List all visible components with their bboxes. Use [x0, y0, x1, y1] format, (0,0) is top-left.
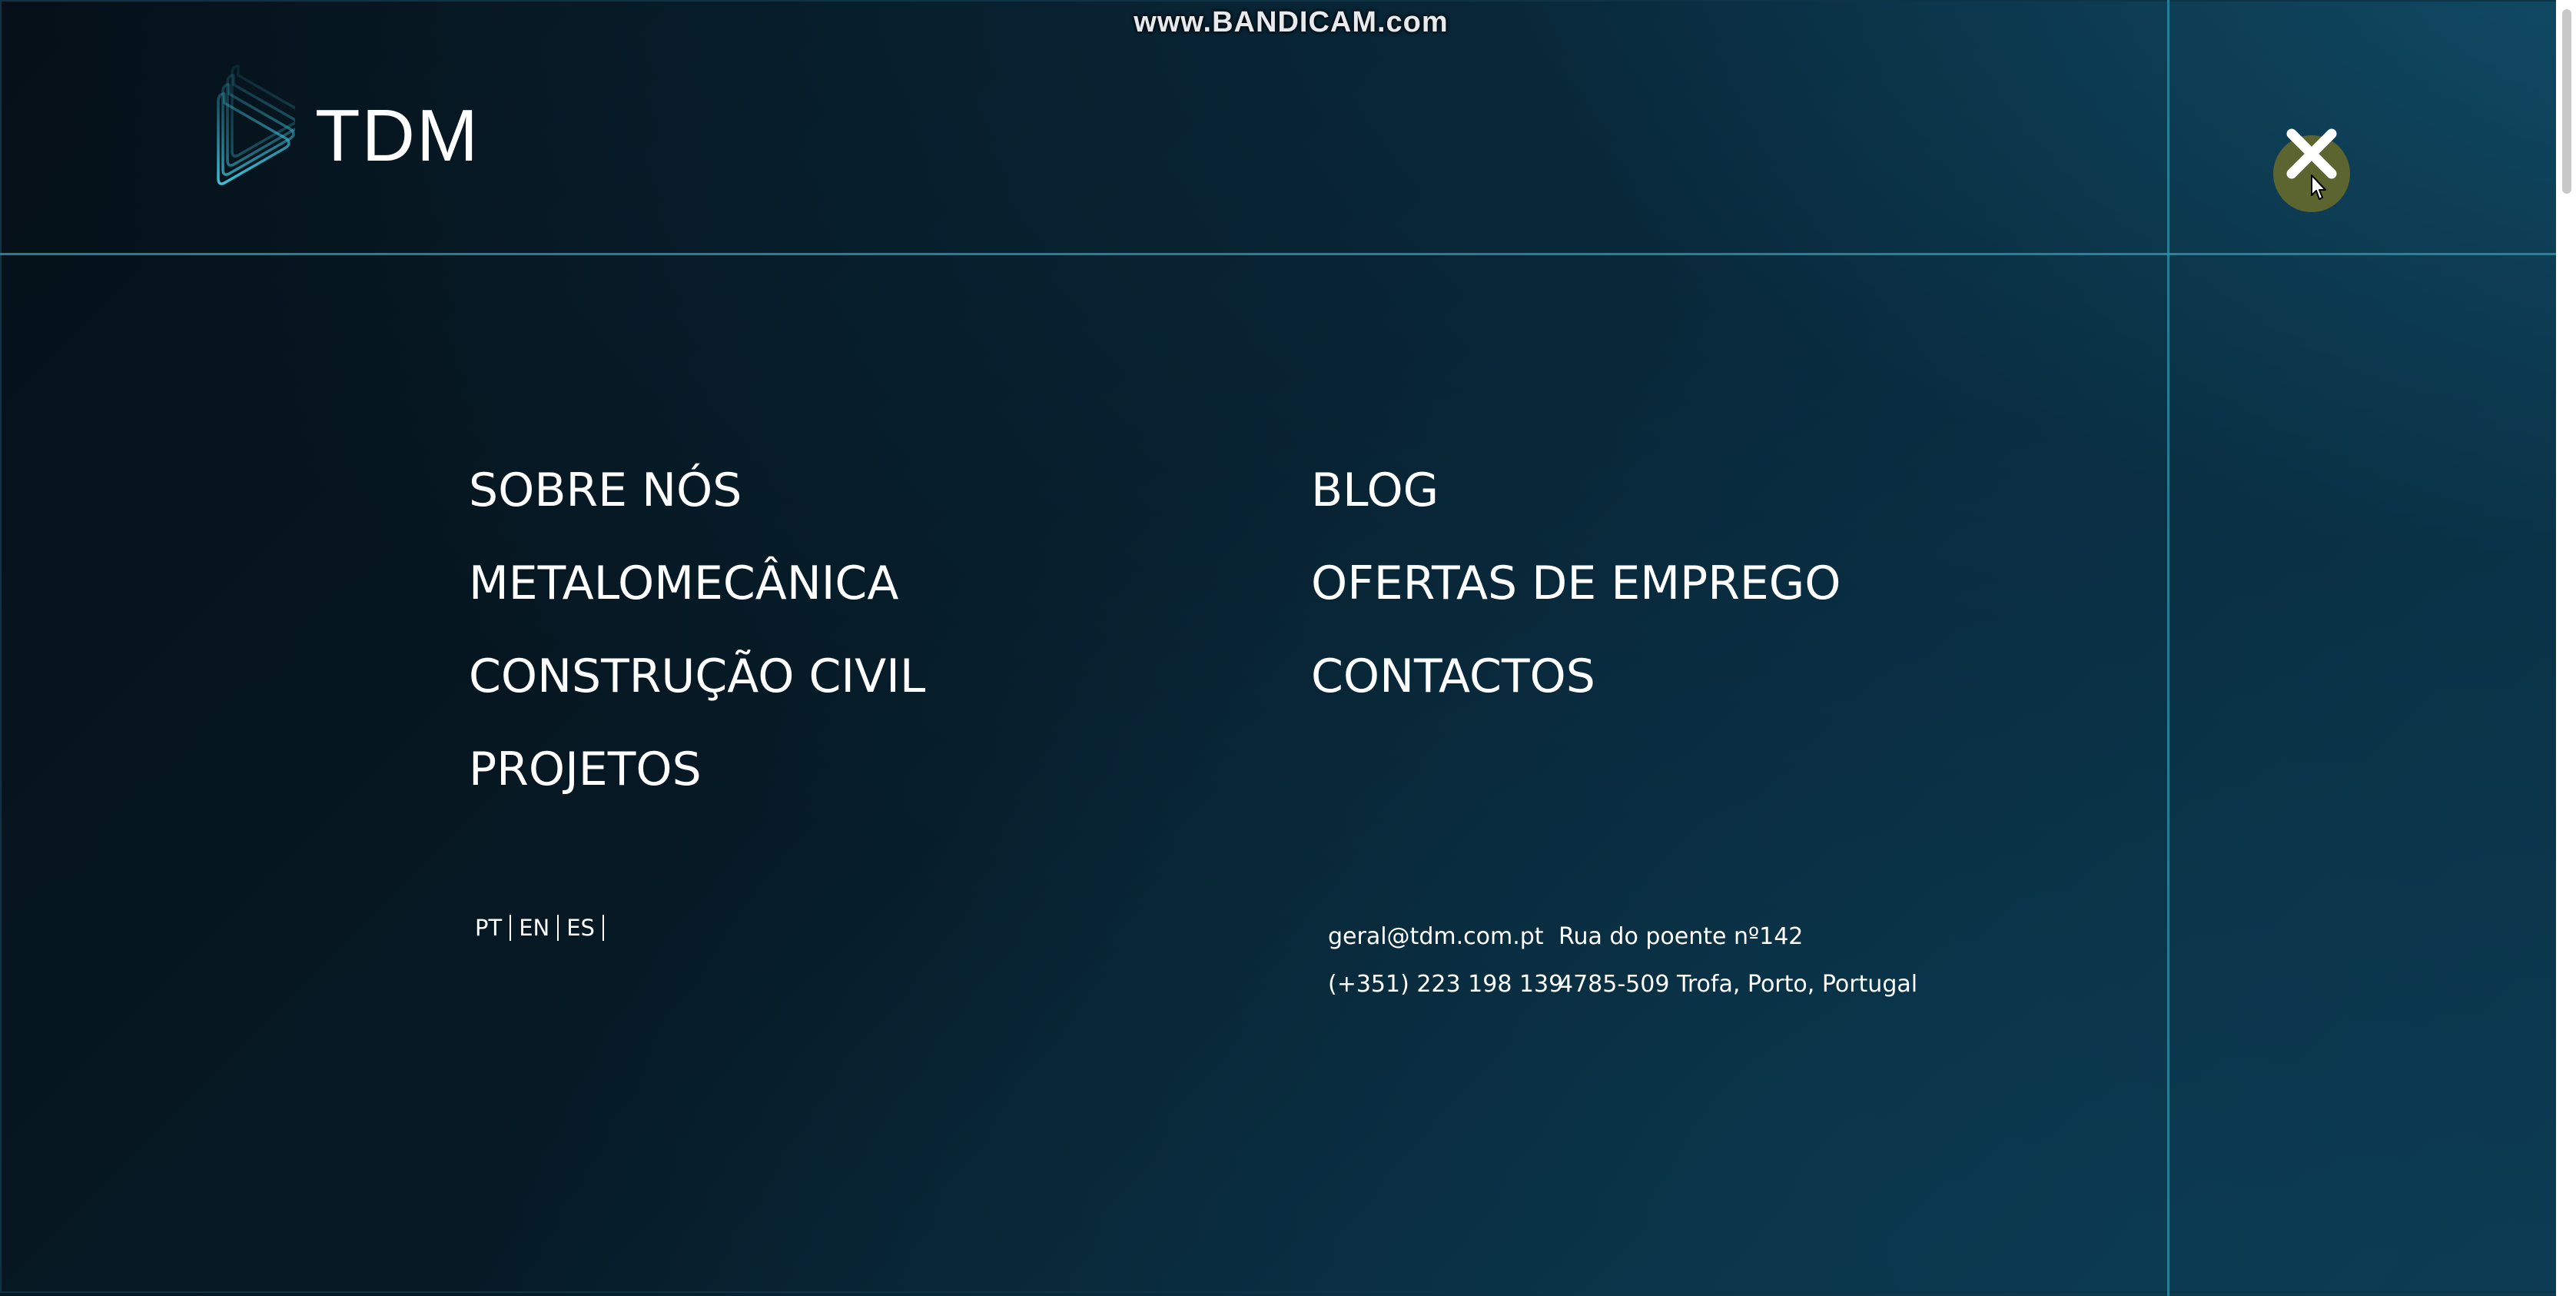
language-switcher: PT EN ES: [470, 915, 604, 941]
menu-overlay: www.BANDICAM.com TDM SOBRE NÓS METALOMEC…: [0, 0, 2576, 1296]
menu-item-ofertas-de-emprego[interactable]: OFERTAS DE EMPREGO: [1311, 537, 1841, 630]
scrollbar[interactable]: [2556, 0, 2576, 1296]
main-menu-right: BLOG OFERTAS DE EMPREGO CONTACTOS: [1311, 444, 1841, 723]
contact-email[interactable]: geral@tdm.com.pt: [1328, 913, 1563, 961]
language-pt[interactable]: PT: [470, 915, 512, 941]
address-line-2: 4785-509 Trofa, Porto, Portugal: [1559, 971, 1918, 998]
menu-item-projetos[interactable]: PROJETOS: [469, 723, 925, 816]
contact-address: Rua do poente nº142 4785-509 Trofa, Port…: [1559, 913, 1917, 1009]
logo-icon: [217, 65, 295, 185]
recording-watermark: www.BANDICAM.com: [1134, 6, 1449, 38]
logo-text: TDM: [315, 95, 480, 177]
menu-item-construcao-civil[interactable]: CONSTRUÇÃO CIVIL: [469, 630, 925, 723]
sidebar-divider: [2167, 0, 2169, 1296]
address-line-1: Rua do poente nº142: [1559, 923, 1804, 950]
contact-info: geral@tdm.com.pt (+351) 223 198 139: [1328, 913, 1563, 1009]
menu-item-metalomecanica[interactable]: METALOMECÂNICA: [469, 537, 925, 630]
header-divider: [0, 253, 2556, 255]
menu-item-blog[interactable]: BLOG: [1311, 444, 1841, 537]
scrollbar-thumb[interactable]: [2562, 9, 2571, 194]
language-en[interactable]: EN: [511, 915, 559, 941]
menu-item-sobre-nos[interactable]: SOBRE NÓS: [469, 444, 925, 537]
menu-item-contactos[interactable]: CONTACTOS: [1311, 630, 1841, 723]
language-es[interactable]: ES: [559, 915, 604, 941]
mouse-cursor-icon: [2311, 174, 2326, 200]
contact-phone[interactable]: (+351) 223 198 139: [1328, 961, 1563, 1009]
logo-link[interactable]: TDM: [215, 60, 480, 198]
main-menu-left: SOBRE NÓS METALOMECÂNICA CONSTRUÇÃO CIVI…: [469, 444, 925, 816]
